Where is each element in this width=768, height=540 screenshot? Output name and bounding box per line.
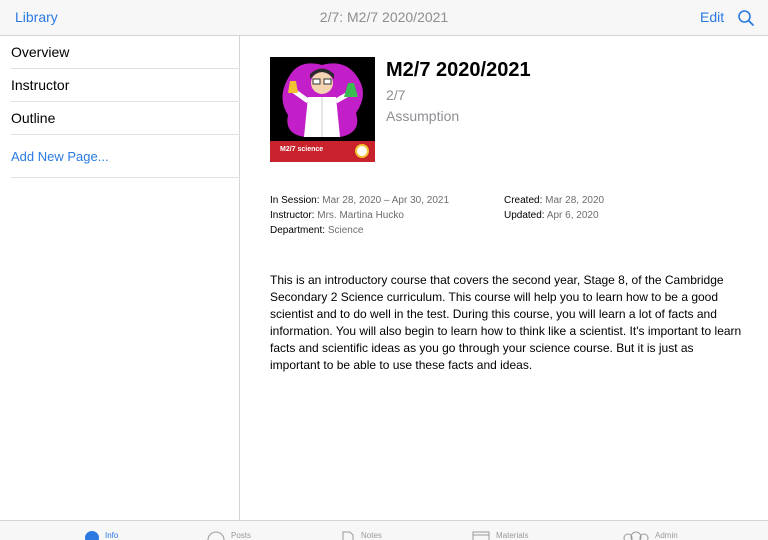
search-icon[interactable] (737, 9, 755, 27)
scientist-illustration (270, 57, 375, 141)
info-icon (85, 531, 99, 540)
session-label: In Session: (270, 195, 320, 206)
navigation-bar: Library 2/7: M2/7 2020/2021 Edit (0, 0, 768, 36)
course-title: M2/7 2020/2021 (386, 59, 531, 81)
notes-icon (342, 531, 354, 540)
cover-caption: M2/7 science (280, 146, 324, 153)
department-label: Department: (270, 225, 326, 236)
admin-icon (623, 531, 649, 540)
created-label: Created: (504, 195, 543, 206)
tab-admin[interactable]: Admin (623, 531, 678, 540)
course-cover-image: M2/7 science (270, 57, 375, 162)
created-value: Mar 28, 2020 (545, 195, 605, 206)
instructor-row: Instructor: Mrs. Martina Hucko (270, 210, 404, 221)
sidebar: Overview Instructor Outline Add New Page… (0, 36, 240, 521)
tab-label: Materials (496, 531, 529, 540)
edit-button[interactable]: Edit (700, 9, 724, 25)
sidebar-item-instructor[interactable]: Instructor (11, 69, 240, 102)
sidebar-item-outline[interactable]: Outline (11, 102, 240, 135)
tab-label: Admin (655, 531, 678, 540)
materials-icon (472, 531, 490, 540)
tab-label: Info (105, 531, 119, 540)
tab-materials[interactable]: Materials (472, 531, 528, 540)
session-row: In Session: Mar 28, 2020 – Apr 30, 2021 (270, 195, 449, 206)
updated-value: Apr 6, 2020 (546, 210, 599, 221)
tab-info[interactable]: Info (85, 531, 118, 540)
tab-bar: Info Posts Notes Materials Admin (0, 520, 768, 540)
tab-label: Posts (231, 531, 252, 540)
tab-label: Notes (361, 531, 382, 540)
department-value: Science (327, 225, 364, 236)
add-new-page-button[interactable]: Add New Page... (11, 135, 240, 178)
course-description: This is an introductory course that cove… (270, 273, 742, 372)
updated-label: Updated: (504, 210, 545, 221)
school-seal-icon (355, 144, 369, 158)
instructor-label: Instructor: (270, 210, 315, 221)
posts-icon (207, 531, 225, 540)
course-school: Assumption (386, 108, 460, 124)
instructor-value: Mrs. Martina Hucko (317, 210, 404, 221)
tab-notes[interactable]: Notes (341, 531, 382, 540)
tab-posts[interactable]: Posts (207, 531, 251, 540)
created-row: Created: Mar 28, 2020 (504, 195, 604, 206)
page-title: 2/7: M2/7 2020/2021 (319, 9, 449, 25)
course-info-panel: M2/7 science M2/7 2020/2021 2/7 Assumpti… (241, 36, 768, 521)
session-value: Mar 28, 2020 – Apr 30, 2021 (322, 195, 450, 206)
updated-row: Updated: Apr 6, 2020 (504, 210, 599, 221)
department-row: Department: Science (270, 225, 363, 236)
sidebar-item-overview[interactable]: Overview (11, 36, 240, 69)
cover-caption-bar: M2/7 science (270, 141, 375, 162)
course-section: 2/7 (386, 87, 406, 103)
